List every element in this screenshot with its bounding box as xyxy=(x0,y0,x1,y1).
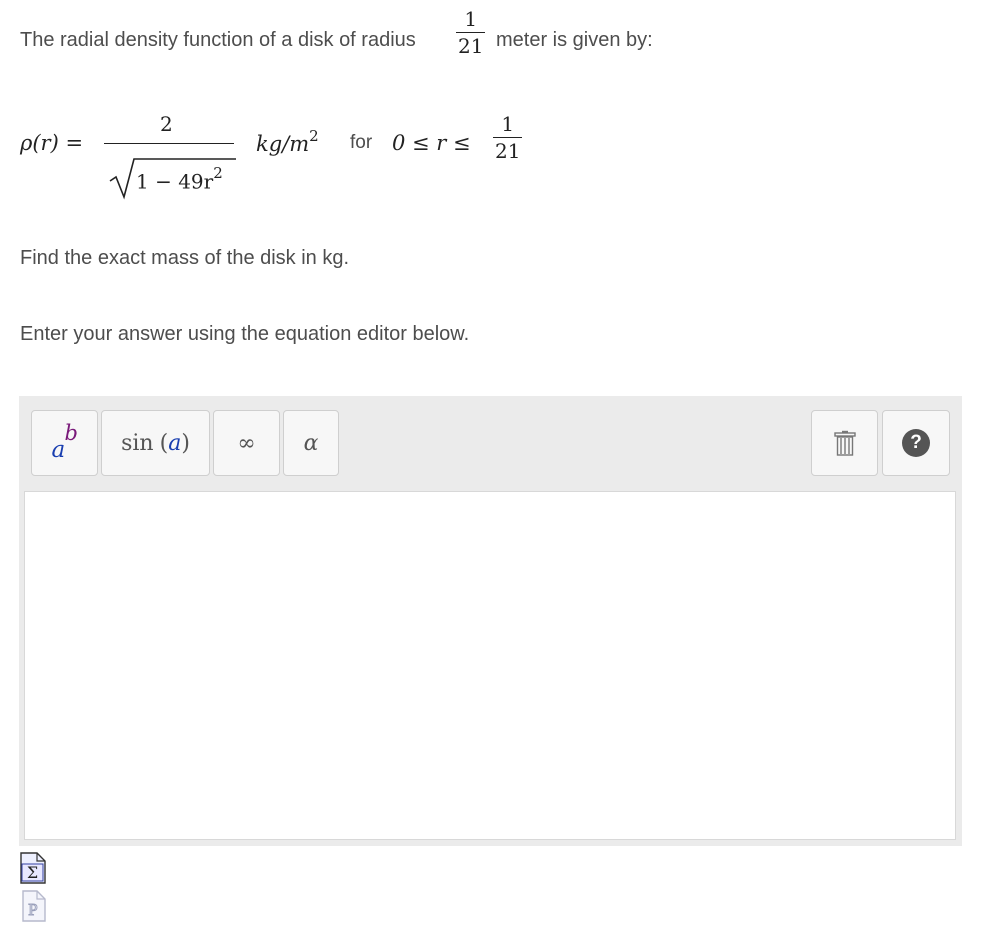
formula-radicand-text: 1 − 49r xyxy=(136,169,214,194)
equation-editor: a b sin ( a ) ∞ α ? xyxy=(19,396,962,846)
formula-radicand: 1 − 49r2 xyxy=(136,164,223,194)
help-button[interactable]: ? xyxy=(882,410,950,476)
formula-numerator: 2 xyxy=(160,112,173,136)
units-text: kg/m xyxy=(256,132,310,156)
alpha-icon: α xyxy=(303,430,319,456)
paren-open: ( xyxy=(159,430,169,456)
intro-text-after-wrap: meter is given by: xyxy=(496,29,653,52)
power-icon: a b xyxy=(50,421,80,463)
formula-lhs: ρ(r) = xyxy=(20,131,84,155)
formula-radicand-exponent: 2 xyxy=(213,164,223,182)
question-intro: The radial density function of a disk of… xyxy=(20,29,416,52)
radius-fraction: 1 21 xyxy=(456,7,486,59)
formula-units: kg/m2 xyxy=(256,127,319,156)
paren-close: ) xyxy=(181,430,190,456)
find-mass-text: Find the exact mass of the disk in kg. xyxy=(20,247,350,269)
range-fraction: 1 21 xyxy=(493,112,523,164)
sin-label: sin xyxy=(121,430,154,456)
p-label: P xyxy=(28,900,37,919)
units-exponent: 2 xyxy=(309,127,319,145)
power-exponent: b xyxy=(64,421,78,445)
radius-numerator: 1 xyxy=(464,7,478,31)
range-denominator: 21 xyxy=(495,139,521,164)
sin-function-button[interactable]: sin ( a ) xyxy=(101,410,210,476)
delete-button[interactable] xyxy=(811,410,878,476)
formula-for-label: for xyxy=(350,132,373,153)
alpha-button[interactable]: α xyxy=(283,410,339,476)
fraction-bar xyxy=(456,32,486,34)
power-base: a xyxy=(51,437,66,463)
infinity-button[interactable]: ∞ xyxy=(213,410,280,476)
formula-fraction-bar xyxy=(104,143,234,145)
fraction-bar xyxy=(493,137,523,139)
sigma-label: Σ xyxy=(27,863,38,882)
p-document-icon[interactable]: P xyxy=(20,890,46,922)
sin-argument: a xyxy=(168,430,182,456)
answer-input-area[interactable] xyxy=(24,491,956,840)
intro-text-after: meter is given by: xyxy=(496,29,653,51)
formula-range: 0 ≤ r ≤ xyxy=(392,131,471,155)
trash-icon xyxy=(833,430,856,456)
radius-denominator: 21 xyxy=(458,34,484,59)
power-button[interactable]: a b xyxy=(31,410,98,476)
help-icon: ? xyxy=(902,429,930,457)
editor-instruction-text: Enter your answer using the equation edi… xyxy=(20,323,470,345)
infinity-icon: ∞ xyxy=(237,430,256,456)
sigma-document-icon[interactable]: Σ xyxy=(20,852,46,884)
question-page: The radial density function of a disk of… xyxy=(0,0,986,950)
intro-text-before: The radial density function of a disk of… xyxy=(20,29,416,51)
range-numerator: 1 xyxy=(501,112,515,136)
